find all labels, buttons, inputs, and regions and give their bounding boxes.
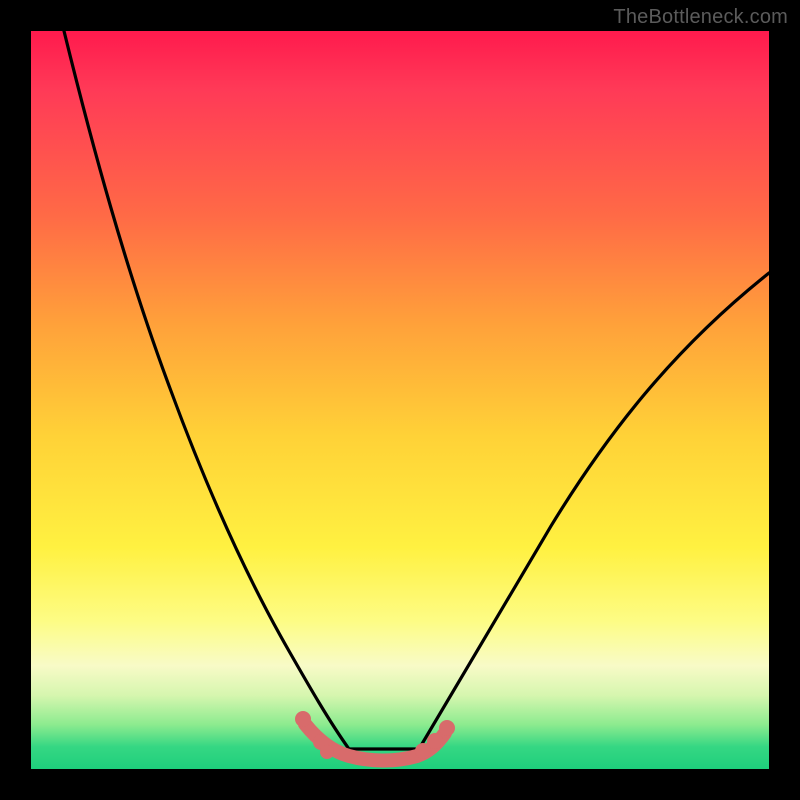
chart-frame: TheBottleneck.com: [0, 0, 800, 800]
watermark-text: TheBottleneck.com: [613, 6, 788, 29]
highlight-dot: [320, 745, 334, 759]
chart-svg: [31, 31, 769, 769]
highlight-dot: [295, 711, 311, 727]
plot-area: [31, 31, 769, 769]
highlight-dot: [439, 720, 455, 736]
bottleneck-curve: [64, 31, 769, 749]
highlight-dot: [427, 733, 443, 749]
